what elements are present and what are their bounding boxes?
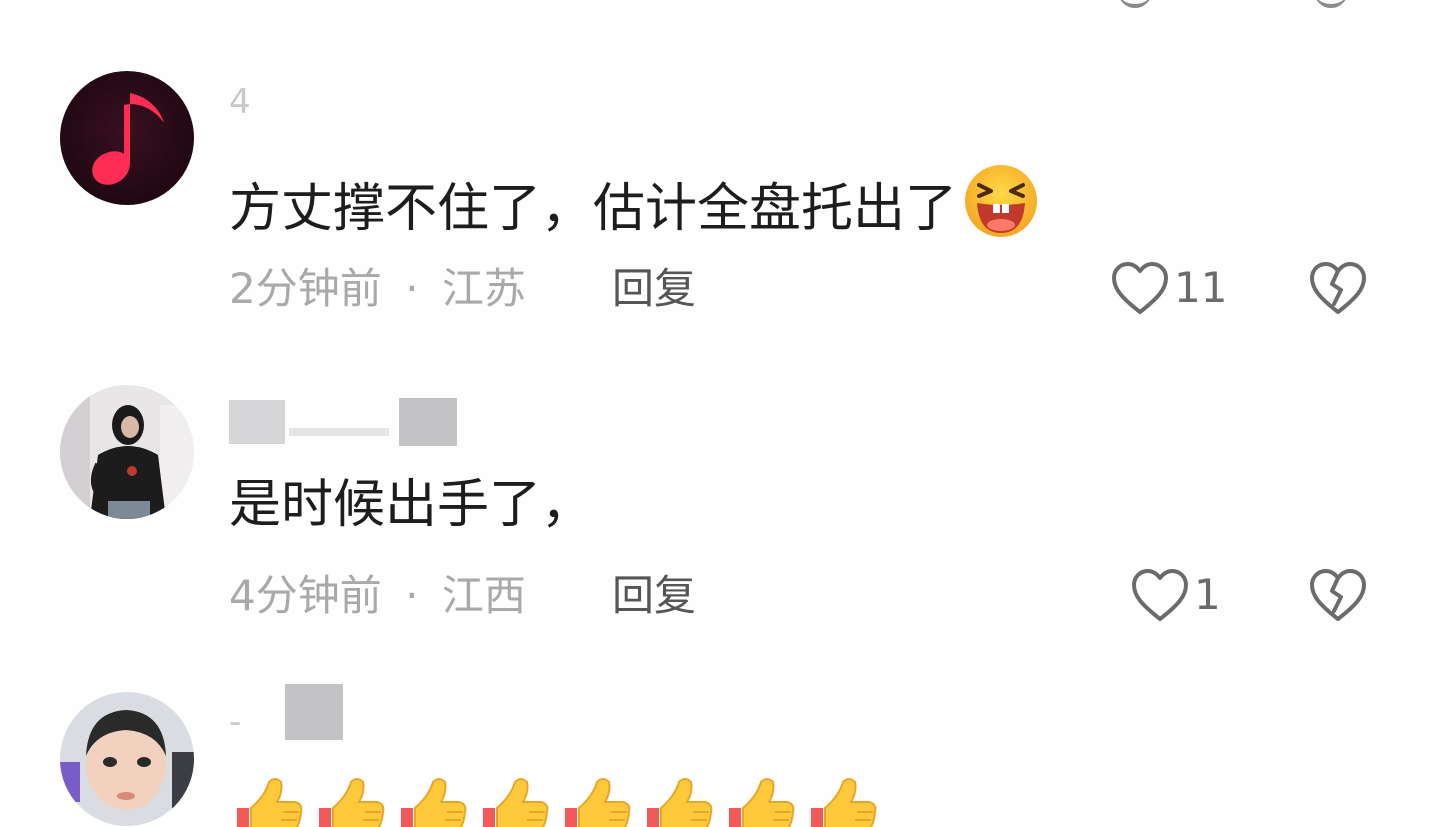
comment-location: 江西 [441, 571, 526, 620]
comment-location: 江苏 [441, 264, 526, 313]
comment-body: 方丈撑不住了，估计全盘托出了 [229, 178, 958, 239]
comment-meta: 4分钟前 · 江西 [229, 568, 526, 624]
username[interactable] [229, 398, 469, 454]
username-blur [285, 684, 343, 740]
music-note-avatar[interactable] [60, 71, 194, 205]
thumbs-up-icon [647, 778, 713, 827]
heart-outline-icon [1132, 569, 1188, 621]
like-count: 11 [1174, 263, 1228, 312]
comment-body: 是时候出手了， [229, 475, 594, 535]
thumbs-up-icon [237, 778, 303, 827]
like-button[interactable]: 11 [1110, 260, 1227, 316]
dislike-button[interactable] [1308, 567, 1368, 623]
username-blur [289, 428, 389, 436]
reply-button[interactable]: 回复 [612, 568, 696, 624]
meta-separator: · [405, 264, 419, 313]
comment-text: 方丈撑不住了，估计全盘托出了 [229, 163, 1041, 254]
like-count: 1 [1194, 570, 1221, 619]
laughing-face-icon [961, 163, 1041, 254]
broken-heart-icon [1310, 262, 1366, 314]
previous-comment-actions-fragment [1118, 0, 1378, 8]
username-blur [229, 400, 285, 444]
meta-separator: · [405, 571, 419, 620]
reply-button[interactable]: 回复 [612, 261, 696, 317]
emoji-row [229, 774, 885, 827]
dislike-button[interactable] [1308, 260, 1368, 316]
thumbs-up-icon [401, 778, 467, 827]
username[interactable]: 4 [229, 74, 251, 130]
username-fragment: - [229, 702, 242, 742]
heart-outline-icon [1112, 262, 1168, 314]
comment-time: 4分钟前 [229, 571, 382, 620]
woman-photo-avatar[interactable] [60, 385, 194, 519]
thumbs-up-icon [565, 778, 631, 827]
boy-photo-avatar[interactable] [60, 692, 194, 826]
thumbs-up-icon [319, 778, 385, 827]
thumbs-up-icon [729, 778, 795, 827]
comment-meta: 2分钟前 · 江苏 [229, 261, 526, 317]
comment-list: 4 方丈撑不住了，估计全盘托出了 2分钟前 · 江苏 回复 11 是时候出手了，… [0, 0, 1440, 827]
comment-time: 2分钟前 [229, 264, 382, 313]
like-button[interactable]: 1 [1130, 567, 1221, 623]
thumbs-up-icon [483, 778, 549, 827]
username-blur [399, 398, 457, 446]
broken-heart-icon [1310, 569, 1366, 621]
comment-text: 是时候出手了， [229, 473, 593, 537]
thumbs-up-icon [811, 778, 877, 827]
username[interactable]: - [229, 684, 349, 750]
